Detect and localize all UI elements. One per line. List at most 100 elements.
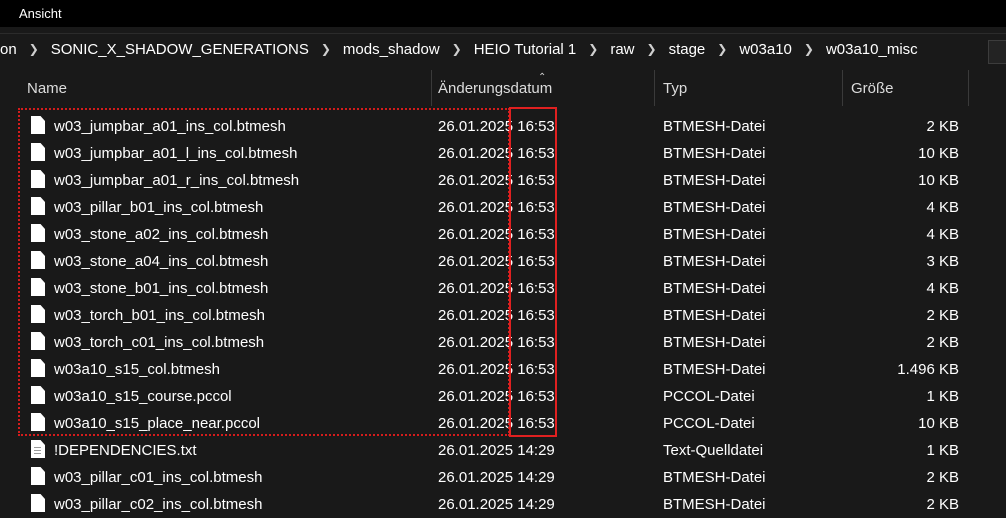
column-type[interactable]: Typ xyxy=(655,70,843,106)
file-icon xyxy=(31,224,45,242)
breadcrumb-item[interactable]: on xyxy=(0,41,23,58)
file-size: 4 KB xyxy=(926,199,959,216)
file-type: PCCOL-Datei xyxy=(663,388,755,405)
chevron-right-icon[interactable]: ❯ xyxy=(446,42,468,56)
file-date: 26.01.2025 16:53 xyxy=(438,361,555,378)
file-type: BTMESH-Datei xyxy=(663,334,766,351)
file-name: w03_jumpbar_a01_l_ins_col.btmesh xyxy=(54,145,298,162)
address-dropdown-button[interactable] xyxy=(988,40,1006,64)
chevron-right-icon[interactable]: ❯ xyxy=(711,42,733,56)
breadcrumb: on ❯ SONIC_X_SHADOW_GENERATIONS ❯ mods_shado… xyxy=(0,34,924,64)
menubar: Ansicht xyxy=(0,0,1006,27)
file-type: BTMESH-Datei xyxy=(663,280,766,297)
text-file-icon xyxy=(31,440,45,458)
breadcrumb-item[interactable]: w03a10_misc xyxy=(820,41,924,58)
file-size: 1 KB xyxy=(926,388,959,405)
table-row[interactable]: w03_stone_a02_ins_col.btmesh 26.01.2025 1… xyxy=(0,221,1006,248)
menu-view[interactable]: Ansicht xyxy=(0,6,62,21)
file-icon xyxy=(31,359,45,377)
file-size: 2 KB xyxy=(926,469,959,486)
breadcrumb-item[interactable]: raw xyxy=(604,41,640,58)
file-size: 10 KB xyxy=(918,172,959,189)
file-date: 26.01.2025 16:53 xyxy=(438,145,555,162)
file-name: w03a10_s15_place_near.pccol xyxy=(54,415,260,432)
file-size: 1 KB xyxy=(926,442,959,459)
table-row[interactable]: w03a10_s15_col.btmesh 26.01.2025 16:53 BTM… xyxy=(0,356,1006,383)
column-size[interactable]: Größe xyxy=(843,70,969,106)
file-size: 2 KB xyxy=(926,334,959,351)
file-size: 1.496 KB xyxy=(897,361,959,378)
address-bar[interactable]: on ❯ SONIC_X_SHADOW_GENERATIONS ❯ mods_shado… xyxy=(0,33,1006,64)
table-row[interactable]: w03_torch_b01_ins_col.btmesh 26.01.2025 1… xyxy=(0,302,1006,329)
file-name: w03_stone_a02_ins_col.btmesh xyxy=(54,226,269,243)
file-date: 26.01.2025 16:53 xyxy=(438,253,555,270)
file-icon xyxy=(31,143,45,161)
file-date: 26.01.2025 16:53 xyxy=(438,388,555,405)
file-size: 2 KB xyxy=(926,307,959,324)
file-type: BTMESH-Datei xyxy=(663,496,766,513)
column-name[interactable]: Name xyxy=(20,70,432,106)
table-row[interactable]: w03_pillar_c02_ins_col.btmesh 26.01.2025 … xyxy=(0,491,1006,518)
file-name: w03a10_s15_course.pccol xyxy=(54,388,232,405)
file-date: 26.01.2025 16:53 xyxy=(438,334,555,351)
file-type: BTMESH-Datei xyxy=(663,118,766,135)
file-name: w03_pillar_c01_ins_col.btmesh xyxy=(54,469,263,486)
file-icon xyxy=(31,467,45,485)
file-size: 2 KB xyxy=(926,496,959,513)
table-row[interactable]: !DEPENDENCIES.txt 26.01.2025 14:29 Text-Qu… xyxy=(0,437,1006,464)
file-type: PCCOL-Datei xyxy=(663,415,755,432)
file-name: w03_stone_b01_ins_col.btmesh xyxy=(54,280,269,297)
file-icon xyxy=(31,170,45,188)
file-date: 26.01.2025 16:53 xyxy=(438,226,555,243)
file-type: Text-Quelldatei xyxy=(663,442,764,459)
file-icon xyxy=(31,332,45,350)
file-date: 26.01.2025 14:29 xyxy=(438,469,555,486)
table-row[interactable]: w03_torch_c01_ins_col.btmesh 26.01.2025 1… xyxy=(0,329,1006,356)
breadcrumb-item[interactable]: HEIO Tutorial 1 xyxy=(468,41,583,58)
file-size: 3 KB xyxy=(926,253,959,270)
table-row[interactable]: w03_pillar_c01_ins_col.btmesh 26.01.2025 … xyxy=(0,464,1006,491)
file-icon xyxy=(31,386,45,404)
file-type: BTMESH-Datei xyxy=(663,253,766,270)
file-date: 26.01.2025 16:53 xyxy=(438,415,555,432)
file-name: w03_jumpbar_a01_r_ins_col.btmesh xyxy=(54,172,300,189)
chevron-right-icon[interactable]: ❯ xyxy=(641,42,663,56)
chevron-right-icon[interactable]: ❯ xyxy=(315,42,337,56)
file-icon xyxy=(31,197,45,215)
breadcrumb-item[interactable]: SONIC_X_SHADOW_GENERATIONS xyxy=(45,41,315,58)
chevron-right-icon[interactable]: ❯ xyxy=(582,42,604,56)
chevron-right-icon[interactable]: ❯ xyxy=(23,42,45,56)
file-list: w03_jumpbar_a01_ins_col.btmesh 26.01.2025… xyxy=(0,113,1006,518)
breadcrumb-item[interactable]: mods_shadow xyxy=(337,41,446,58)
breadcrumb-item[interactable]: stage xyxy=(663,41,712,58)
table-row[interactable]: w03_jumpbar_a01_ins_col.btmesh 26.01.2025… xyxy=(0,113,1006,140)
table-row[interactable]: w03a10_s15_place_near.pccol 26.01.2025 16… xyxy=(0,410,1006,437)
file-size: 2 KB xyxy=(926,118,959,135)
table-row[interactable]: w03_jumpbar_a01_l_ins_col.btmesh 26.01.20… xyxy=(0,140,1006,167)
file-type: BTMESH-Datei xyxy=(663,226,766,243)
file-date: 26.01.2025 16:53 xyxy=(438,307,555,324)
table-row[interactable]: w03a10_s15_course.pccol 26.01.2025 16:53 P… xyxy=(0,383,1006,410)
breadcrumb-item[interactable]: w03a10 xyxy=(733,41,798,58)
file-date: 26.01.2025 16:53 xyxy=(438,118,555,135)
column-header: Name Änderungsdatum ⌃ Typ Größe xyxy=(0,70,1006,106)
chevron-right-icon[interactable]: ❯ xyxy=(798,42,820,56)
file-date: 26.01.2025 16:53 xyxy=(438,280,555,297)
file-name: w03_pillar_b01_ins_col.btmesh xyxy=(54,199,264,216)
file-size: 4 KB xyxy=(926,280,959,297)
file-type: BTMESH-Datei xyxy=(663,172,766,189)
file-icon xyxy=(31,413,45,431)
file-type: BTMESH-Datei xyxy=(663,199,766,216)
file-size: 4 KB xyxy=(926,226,959,243)
file-name: w03a10_s15_col.btmesh xyxy=(54,361,220,378)
file-icon xyxy=(31,116,45,134)
table-row[interactable]: w03_jumpbar_a01_r_ins_col.btmesh 26.01.20… xyxy=(0,167,1006,194)
table-row[interactable]: w03_stone_a04_ins_col.btmesh 26.01.2025 1… xyxy=(0,248,1006,275)
file-name: w03_pillar_c02_ins_col.btmesh xyxy=(54,496,263,513)
table-row[interactable]: w03_stone_b01_ins_col.btmesh 26.01.2025 1… xyxy=(0,275,1006,302)
file-size: 10 KB xyxy=(918,415,959,432)
file-type: BTMESH-Datei xyxy=(663,361,766,378)
table-row[interactable]: w03_pillar_b01_ins_col.btmesh 26.01.2025 … xyxy=(0,194,1006,221)
file-icon xyxy=(31,305,45,323)
file-type: BTMESH-Datei xyxy=(663,307,766,324)
